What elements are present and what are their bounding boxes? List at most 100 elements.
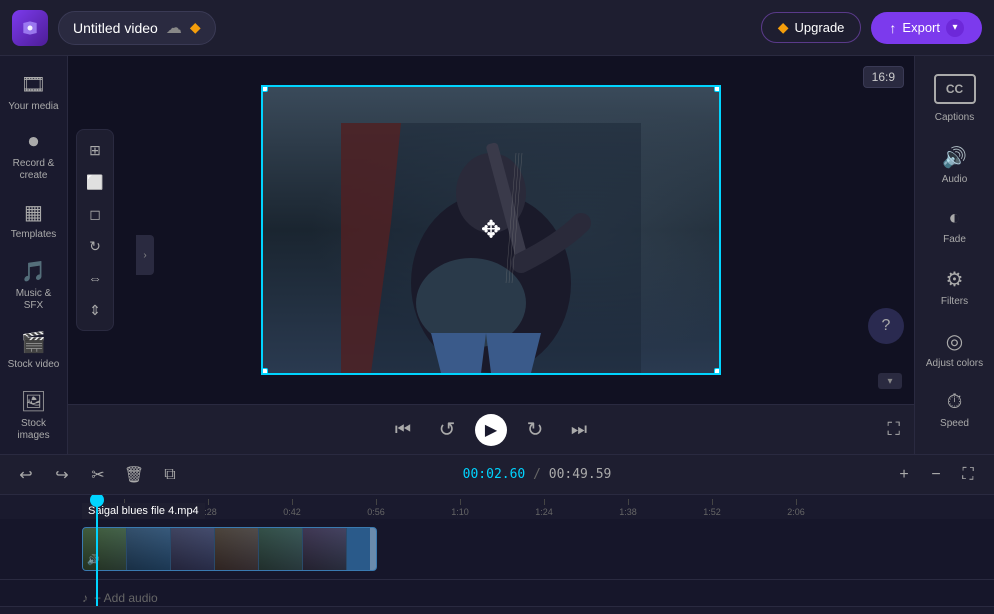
clip-thumbnails bbox=[83, 528, 347, 570]
panel-item-audio[interactable]: 🔊 Audio bbox=[920, 135, 990, 195]
your-media-icon: 🎞 bbox=[21, 72, 46, 97]
timeline-content: 0:14 0:28 0:42 0:56 1:10 bbox=[0, 495, 994, 606]
sidebar-item-music-sfx[interactable]: 🎵 Music & SFX bbox=[4, 251, 64, 320]
sidebar-item-stock-images[interactable]: 🖼 Stock images bbox=[4, 381, 64, 450]
sidebar-item-record-create[interactable]: ⏺ Record & create bbox=[4, 123, 64, 190]
zoom-controls: + − ⛶ bbox=[890, 461, 982, 489]
title-pill[interactable]: Untitled video ☁ ◆ bbox=[58, 11, 216, 45]
left-sidebar: 🎞 Your media ⏺ Record & create ▦ Templat… bbox=[0, 56, 68, 454]
playhead[interactable] bbox=[96, 495, 98, 606]
time-current: 00:02.60 bbox=[463, 467, 526, 482]
handle-top-right[interactable] bbox=[714, 85, 721, 92]
speed-icon: ⏱ bbox=[947, 391, 963, 414]
ruler-mark: 2:06 bbox=[754, 499, 838, 517]
video-track-row: Saigal blues file 4.mp4 🔊 bbox=[0, 519, 994, 579]
display-tool-button[interactable]: ⊞ bbox=[81, 136, 109, 164]
video-visual bbox=[341, 123, 641, 373]
export-button[interactable]: ↑ Export ▾ bbox=[871, 12, 982, 44]
forward-button[interactable]: ↻ bbox=[519, 414, 551, 446]
copy-button[interactable]: ⧉ bbox=[156, 461, 184, 489]
sidebar-item-stock-video[interactable]: 🎬 Stock video bbox=[4, 322, 64, 379]
zoom-in-button[interactable]: + bbox=[890, 461, 918, 489]
record-icon: ⏺ bbox=[29, 131, 39, 154]
rotate-tool-button[interactable]: ↻ bbox=[81, 232, 109, 260]
time-display: 00:02.60 / 00:49.59 bbox=[463, 467, 612, 482]
panel-item-filters[interactable]: ⚙ Filters bbox=[920, 257, 990, 317]
clip-thumb bbox=[171, 528, 215, 570]
upgrade-button[interactable]: ◆ Upgrade bbox=[761, 12, 862, 43]
stock-images-icon: 🖼 bbox=[21, 389, 46, 414]
delete-button[interactable]: 🗑 bbox=[120, 461, 148, 489]
fullscreen-button[interactable]: ⛶ bbox=[887, 419, 900, 440]
export-icon: ↑ bbox=[889, 20, 896, 36]
flip-h-button[interactable]: ⇔ bbox=[81, 264, 109, 292]
filters-icon: ⚙ bbox=[946, 267, 964, 292]
sidebar-expand-button[interactable]: › bbox=[136, 235, 154, 275]
crop-tool-button[interactable]: ⬜ bbox=[81, 168, 109, 196]
video-track-content: Saigal blues file 4.mp4 🔊 bbox=[82, 519, 994, 579]
zoom-out-button[interactable]: − bbox=[922, 461, 950, 489]
panel-item-captions[interactable]: CC Captions bbox=[920, 64, 990, 133]
app-logo bbox=[12, 10, 48, 46]
flip-v-button[interactable]: ⇕ bbox=[81, 296, 109, 324]
panel-item-fade[interactable]: ◐ Fade bbox=[920, 197, 990, 255]
video-canvas: 16:9 ⊞ ⬜ ◻ ↻ ⇔ ⇕ bbox=[68, 56, 914, 404]
time-total: 00:49.59 bbox=[549, 467, 612, 482]
clip-thumb bbox=[303, 528, 347, 570]
skip-back-button[interactable]: ⏮ bbox=[387, 414, 419, 446]
gem-icon: ◆ bbox=[778, 19, 789, 36]
panel-toggle-button[interactable]: ▾ bbox=[878, 373, 902, 389]
video-clip[interactable]: 🔊 bbox=[82, 527, 377, 571]
right-panel: CC Captions 🔊 Audio ◐ Fade ⚙ Filters ◎ A… bbox=[914, 56, 994, 454]
redo-button[interactable]: ↪ bbox=[48, 461, 76, 489]
clip-thumb bbox=[215, 528, 259, 570]
editor-area: 16:9 ⊞ ⬜ ◻ ↻ ⇔ ⇕ bbox=[68, 56, 914, 454]
ruler-mark: 1:52 bbox=[670, 499, 754, 517]
music-icon: 🎵 bbox=[21, 259, 46, 284]
adjust-colors-icon: ◎ bbox=[946, 329, 963, 354]
handle-bottom-right[interactable] bbox=[714, 368, 721, 375]
ruler-mark: 1:38 bbox=[586, 499, 670, 517]
video-content: ✥ bbox=[263, 87, 719, 373]
fade-icon: ◐ bbox=[948, 207, 960, 230]
playback-controls: ⏮ ↺ ▶ ↻ ⏭ ⛶ bbox=[68, 404, 914, 454]
panel-item-speed[interactable]: ⏱ Speed bbox=[920, 381, 990, 439]
video-frame: ✥ bbox=[261, 85, 721, 375]
music-note-icon: ♪ bbox=[82, 591, 88, 605]
stock-video-icon: 🎬 bbox=[21, 330, 46, 355]
topbar: Untitled video ☁ ◆ ◆ Upgrade ↑ Export ▾ bbox=[0, 0, 994, 56]
ruler-mark: 0:56 bbox=[334, 499, 418, 517]
captions-icon: CC bbox=[934, 74, 976, 104]
undo-button[interactable]: ↩ bbox=[12, 461, 40, 489]
clip-end-handle[interactable] bbox=[370, 528, 376, 570]
video-title: Untitled video bbox=[73, 20, 158, 36]
ruler-mark: 1:10 bbox=[418, 499, 502, 517]
ruler-mark: 0:42 bbox=[250, 499, 334, 517]
sidebar-item-your-media[interactable]: 🎞 Your media bbox=[4, 64, 64, 121]
handle-top-left[interactable] bbox=[261, 85, 268, 92]
templates-icon: ▦ bbox=[24, 200, 43, 225]
handle-bottom-left[interactable] bbox=[261, 368, 268, 375]
clip-thumb bbox=[259, 528, 303, 570]
help-button[interactable]: ? bbox=[868, 308, 904, 344]
export-chevron-icon: ▾ bbox=[946, 19, 964, 37]
premium-badge: ◆ bbox=[190, 19, 201, 36]
timeline-fullscreen-button[interactable]: ⛶ bbox=[954, 461, 982, 489]
add-audio-row[interactable]: ♪ + Add audio bbox=[0, 579, 994, 606]
timeline-toolbar: ↩ ↪ ✂ 🗑 ⧉ 00:02.60 / 00:49.59 + − ⛶ bbox=[0, 455, 994, 495]
shape-tool-button[interactable]: ◻ bbox=[81, 200, 109, 228]
sidebar-item-templates[interactable]: ▦ Templates bbox=[4, 192, 64, 249]
ruler-mark: 1:24 bbox=[502, 499, 586, 517]
skip-forward-button[interactable]: ⏭ bbox=[563, 414, 595, 446]
timeline-area: ↩ ↪ ✂ 🗑 ⧉ 00:02.60 / 00:49.59 + − ⛶ bbox=[0, 454, 994, 614]
panel-item-adjust-colors[interactable]: ◎ Adjust colors bbox=[920, 319, 990, 379]
timeline-scrollbar[interactable] bbox=[0, 606, 994, 614]
aspect-ratio-badge[interactable]: 16:9 bbox=[863, 66, 904, 88]
rewind-button[interactable]: ↺ bbox=[431, 414, 463, 446]
canvas-tools: ⊞ ⬜ ◻ ↻ ⇔ ⇕ bbox=[76, 129, 114, 331]
main-area: 🎞 Your media ⏺ Record & create ▦ Templat… bbox=[0, 56, 994, 454]
cut-button[interactable]: ✂ bbox=[84, 461, 112, 489]
play-pause-button[interactable]: ▶ bbox=[475, 414, 507, 446]
video-frame-container[interactable]: ✥ bbox=[261, 85, 721, 375]
add-audio-label: + Add audio bbox=[94, 591, 158, 605]
